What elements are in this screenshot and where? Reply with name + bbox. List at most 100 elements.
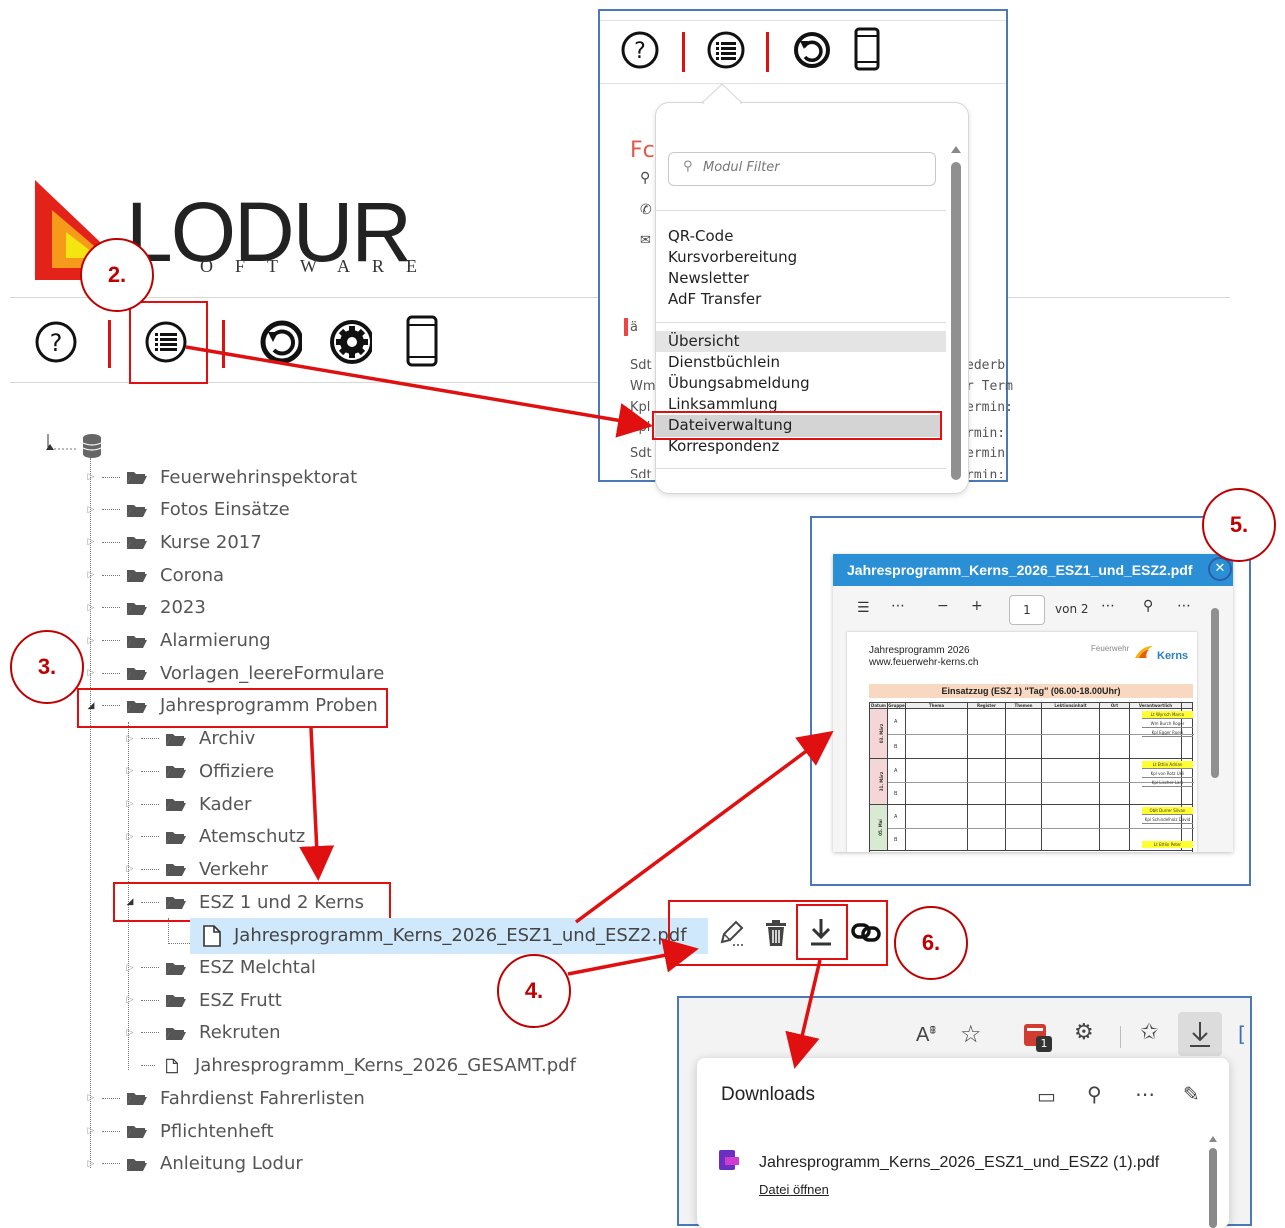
- tree-label[interactable]: 2023: [160, 597, 206, 618]
- more-icon[interactable]: ⋯: [1177, 598, 1191, 614]
- copy-link-button[interactable]: [850, 920, 882, 948]
- expand-triangle-icon[interactable]: ▷: [86, 1159, 96, 1169]
- favorite-star-icon[interactable]: ☆: [960, 1020, 982, 1048]
- tree-label[interactable]: Kurse 2017: [160, 532, 262, 553]
- tree-folder[interactable]: ▷ ESZ Frutt: [125, 985, 282, 1015]
- tree-folder[interactable]: ▷ 2023: [86, 593, 206, 623]
- tree-folder[interactable]: ▷ Feuerwehrinspektorat: [86, 462, 358, 492]
- tree-folder[interactable]: ▷ Anleitung Lodur: [86, 1149, 303, 1179]
- expand-triangle-icon[interactable]: ▷: [86, 1093, 96, 1103]
- tree-folder[interactable]: ▷ Corona: [86, 560, 225, 590]
- expand-triangle-icon[interactable]: ▷: [86, 1126, 96, 1136]
- tree-label[interactable]: Offiziere: [199, 761, 274, 782]
- expand-triangle-icon[interactable]: ▷: [125, 1028, 135, 1038]
- search-icon[interactable]: ⚲: [1087, 1082, 1102, 1106]
- panel-reload-button[interactable]: [792, 30, 832, 70]
- scroll-thumb[interactable]: [951, 162, 961, 480]
- outline-icon[interactable]: ☰: [857, 600, 870, 616]
- favorites-icon[interactable]: ✩: [1140, 1020, 1158, 1045]
- expand-triangle-icon[interactable]: ▷: [86, 570, 96, 580]
- settings-button[interactable]: [328, 320, 372, 364]
- expand-triangle-icon[interactable]: ▷: [125, 864, 135, 874]
- menu-item[interactable]: Newsletter: [668, 269, 749, 287]
- read-aloud-icon[interactable]: Aꕬ: [916, 1024, 936, 1047]
- tree-folder[interactable]: ▷ Kader: [125, 789, 252, 819]
- menu-item[interactable]: Kursvorbereitung: [668, 248, 797, 266]
- tree-folder[interactable]: ▷ Kurse 2017: [86, 527, 262, 557]
- dropdown-scrollbar[interactable]: [950, 146, 962, 482]
- zoom-out-icon[interactable]: −: [937, 598, 949, 614]
- reload-button[interactable]: [258, 320, 302, 364]
- tree-label[interactable]: ESZ Melchtal: [199, 957, 316, 978]
- tree-folder[interactable]: ▷ Offiziere: [125, 756, 275, 786]
- tree-folder[interactable]: ▷ ESZ Melchtal: [125, 953, 316, 983]
- delete-button[interactable]: [762, 918, 790, 952]
- mobile-button[interactable]: [400, 314, 444, 368]
- expand-triangle-icon[interactable]: ▷: [86, 505, 96, 515]
- panel-mobile-button[interactable]: [850, 26, 884, 72]
- tree-label[interactable]: Corona: [160, 565, 224, 586]
- tree-folder[interactable]: ▷ Fotos Einsätze: [86, 495, 290, 525]
- expand-triangle-icon[interactable]: ▷: [125, 963, 135, 973]
- expand-triangle-icon[interactable]: ▷: [86, 636, 96, 646]
- download-file-name[interactable]: Jahresprogramm_Kerns_2026_ESZ1_und_ESZ2 …: [759, 1154, 1159, 1172]
- tree-folder[interactable]: ▷ Vorlagen_leereFormulare: [86, 658, 385, 688]
- tree-label[interactable]: Verkehr: [199, 859, 268, 880]
- menu-item[interactable]: Dienstbüchlein: [668, 353, 780, 371]
- menu-item[interactable]: AdF Transfer: [668, 290, 761, 308]
- tree-label[interactable]: Alarmierung: [160, 630, 271, 651]
- module-filter-input[interactable]: ⚲ Modul Filter: [668, 152, 936, 186]
- tree-label[interactable]: Atemschutz: [199, 826, 305, 847]
- tree-label[interactable]: Kader: [199, 794, 251, 815]
- calendar-extension-icon[interactable]: 1: [1024, 1024, 1052, 1052]
- tree-label[interactable]: Archiv: [199, 728, 255, 749]
- tree-folder[interactable]: ▷ Pflichtenheft: [86, 1116, 274, 1146]
- menu-item[interactable]: Übungsabmeldung: [668, 374, 810, 392]
- open-file-link[interactable]: Datei öffnen: [759, 1182, 829, 1197]
- download-button[interactable]: [806, 916, 836, 952]
- more-icon[interactable]: ⋯: [1135, 1082, 1155, 1106]
- panel-module-list-button[interactable]: [706, 30, 746, 70]
- tree-folder[interactable]: ▷ Fahrdienst Fahrerlisten: [86, 1083, 365, 1113]
- menu-item[interactable]: QR-Code: [668, 227, 733, 245]
- expand-triangle-icon[interactable]: ▷: [86, 472, 96, 482]
- tree-file[interactable]: Jahresprogramm_Kerns_2026_GESAMT.pdf: [125, 1051, 576, 1081]
- tree-folder[interactable]: ▷ Verkehr: [125, 854, 269, 884]
- pin-icon[interactable]: ✎: [1183, 1082, 1200, 1106]
- tree-folder[interactable]: ▷ Alarmierung: [86, 626, 271, 656]
- help-button[interactable]: ?: [34, 320, 78, 364]
- expand-triangle-icon[interactable]: ▷: [86, 603, 96, 613]
- expand-triangle-icon[interactable]: ▷: [86, 668, 96, 678]
- downloads-toolbar-button[interactable]: [1178, 1012, 1222, 1056]
- tree-folder[interactable]: ▷ Archiv: [125, 724, 256, 754]
- more-icon[interactable]: ⋯: [1101, 598, 1115, 614]
- tree-label[interactable]: Vorlagen_leereFormulare: [160, 663, 384, 684]
- selected-file-row[interactable]: Jahresprogramm_Kerns_2026_ESZ1_und_ESZ2.…: [190, 918, 708, 954]
- tree-label[interactable]: Feuerwehrinspektorat: [160, 467, 357, 488]
- tree-label[interactable]: Fahrdienst Fahrerlisten: [160, 1088, 365, 1109]
- open-folder-icon[interactable]: ▭: [1037, 1084, 1056, 1108]
- download-item[interactable]: Jahresprogramm_Kerns_2026_ESZ1_und_ESZ2 …: [697, 1140, 1207, 1210]
- expand-triangle-icon[interactable]: ▷: [125, 734, 135, 744]
- tree-label[interactable]: Fotos Einsätze: [160, 499, 290, 520]
- tree-label[interactable]: ESZ Frutt: [199, 990, 282, 1011]
- page-input[interactable]: 1: [1009, 595, 1045, 625]
- pdf-scrollbar[interactable]: [1211, 596, 1219, 852]
- expand-triangle-icon[interactable]: ▷: [86, 537, 96, 547]
- tree-label[interactable]: Pflichtenheft: [160, 1121, 274, 1142]
- tree-label[interactable]: Jahresprogramm_Kerns_2026_GESAMT.pdf: [195, 1055, 576, 1076]
- scroll-thumb[interactable]: [1209, 1148, 1217, 1228]
- menu-item[interactable]: Übersicht: [668, 332, 740, 350]
- rename-button[interactable]: [716, 918, 746, 952]
- tree-label[interactable]: Anleitung Lodur: [160, 1153, 303, 1174]
- expand-triangle-icon[interactable]: ▷: [125, 766, 135, 776]
- extensions-icon[interactable]: ⚙: [1074, 1020, 1094, 1045]
- scroll-thumb[interactable]: [1211, 608, 1219, 778]
- expand-triangle-icon[interactable]: ▷: [125, 832, 135, 842]
- tree-folder[interactable]: ▷ Atemschutz: [125, 822, 306, 852]
- expand-triangle-icon[interactable]: ▷: [125, 799, 135, 809]
- search-icon[interactable]: ⚲: [1143, 598, 1153, 614]
- tree-folder[interactable]: ▷ Rekruten: [125, 1018, 281, 1048]
- flyout-scrollbar[interactable]: [1209, 1136, 1217, 1228]
- expand-triangle-icon[interactable]: ▷: [125, 995, 135, 1005]
